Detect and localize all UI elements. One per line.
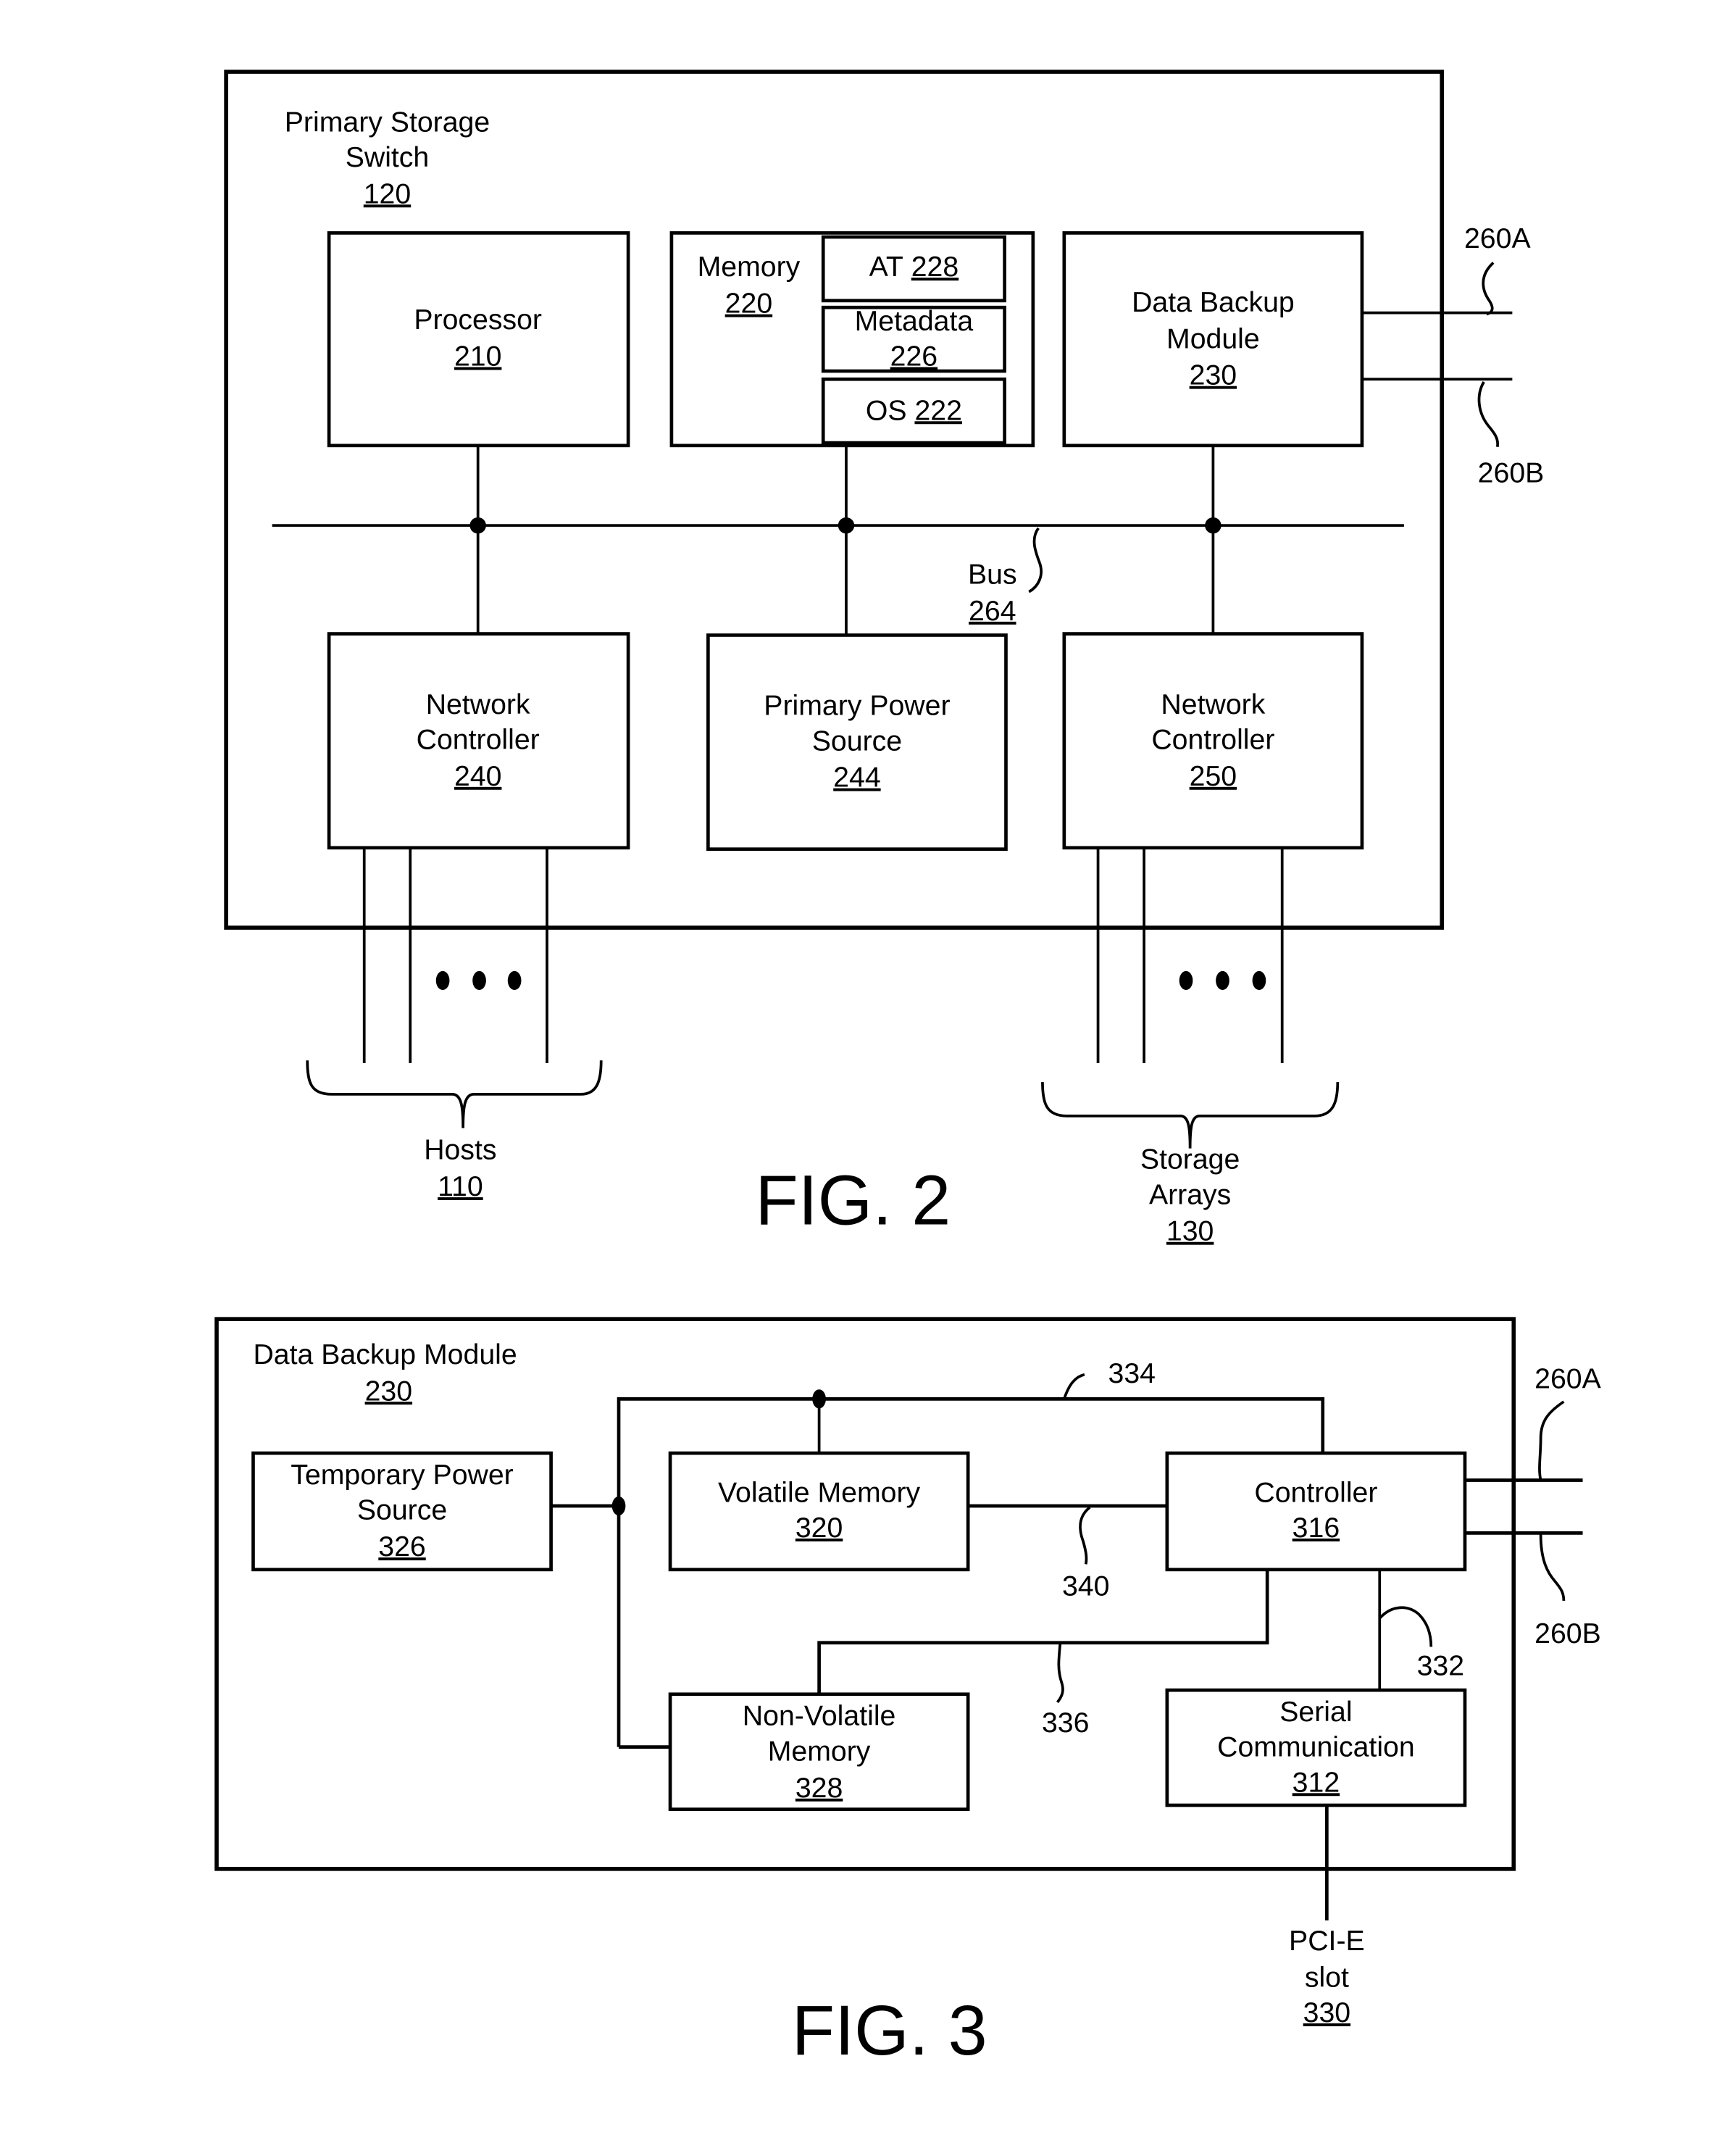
power-ref: 244 [833, 762, 880, 794]
module-ref: 230 [365, 1375, 412, 1407]
link-260a-leader [1482, 262, 1495, 316]
ref-336-label: 336 [1042, 1707, 1089, 1739]
power-junction-1 [611, 1496, 626, 1516]
switch-ref: 120 [364, 178, 411, 209]
arrays-label-1: Storage [1140, 1144, 1240, 1175]
hosts-brace [306, 1060, 603, 1128]
memory-ref: 220 [725, 288, 772, 320]
hosts-label: Hosts [424, 1134, 496, 1166]
link-260b-label: 260B [1478, 457, 1545, 488]
metadata-label: Metadata [855, 305, 974, 337]
bus-ref: 264 [969, 595, 1016, 627]
nc250-ref: 250 [1190, 760, 1237, 792]
memory-label: Memory [698, 251, 801, 283]
volatile-ref: 320 [795, 1512, 843, 1544]
module-label: Data Backup Module [253, 1339, 517, 1370]
hosts-ref: 110 [438, 1170, 483, 1202]
patent-figures: Primary Storage Switch 120 Processor 210… [214, 70, 1602, 2070]
processor-box [327, 231, 630, 448]
backup-label-2: Module [1166, 322, 1260, 354]
bus-junction-memory [838, 517, 855, 534]
ref-334-label: 334 [1108, 1357, 1156, 1389]
fig3-link-260b-leader [1539, 1534, 1566, 1601]
controller-ref: 316 [1293, 1512, 1340, 1544]
backup-ref: 230 [1190, 359, 1237, 391]
switch-label-1: Primary Storage [285, 106, 490, 138]
fig3-link-260a-label: 260A [1534, 1362, 1601, 1394]
temp-power-label-1: Temporary Power [291, 1459, 513, 1491]
arrays-ellipsis-icon [1179, 970, 1266, 991]
power-label-2: Source [812, 725, 902, 757]
nc250-label-2: Controller [1151, 723, 1274, 755]
nvm-label-2: Memory [768, 1735, 871, 1767]
switch-label-2: Switch [346, 141, 430, 173]
serial-label-1: Serial [1279, 1696, 1352, 1728]
nvm-label-1: Non-Volatile [743, 1700, 896, 1732]
power-label-1: Primary Power [764, 690, 950, 722]
serial-ref: 312 [1293, 1766, 1340, 1798]
nc240-label-2: Controller [417, 723, 540, 755]
bus-label: Bus [968, 558, 1017, 590]
arrays-ref: 130 [1166, 1215, 1214, 1247]
backup-label-1: Data Backup [1132, 286, 1295, 318]
ref-332-label: 332 [1417, 1650, 1464, 1682]
nvm-ref: 328 [795, 1772, 843, 1804]
processor-label: Processor [414, 304, 542, 336]
controller-label: Controller [1254, 1476, 1377, 1508]
nc240-ref: 240 [454, 760, 501, 792]
serial-label-2: Communication [1217, 1731, 1415, 1763]
ref-332-leader [1378, 1606, 1433, 1647]
fig2-caption: FIG. 2 [755, 1160, 951, 1239]
hosts-ellipsis-icon [435, 970, 522, 991]
nc240-label-1: Network [426, 688, 530, 720]
power-junction-2 [812, 1389, 826, 1409]
controller-nvm-link-336 [817, 1569, 1269, 1694]
fig3-caption: FIG. 3 [792, 1991, 987, 2070]
at-label: AT 228 [869, 251, 959, 283]
link-260a-label: 260A [1464, 222, 1531, 254]
ref-336-leader [1056, 1644, 1064, 1704]
pcie-ref: 330 [1303, 1997, 1350, 2028]
ref-340-label: 340 [1062, 1570, 1109, 1602]
link-260b-leader [1477, 381, 1500, 447]
fig3-link-260a-leader [1538, 1400, 1565, 1481]
temp-power-ref: 326 [378, 1531, 425, 1562]
pcie-label-1: PCI-E [1289, 1925, 1365, 1957]
bus-junction-backup [1205, 517, 1222, 534]
arrays-brace [1041, 1082, 1340, 1149]
ref-334-leader [1063, 1373, 1085, 1399]
ref-340-leader [1079, 1506, 1091, 1565]
bus-leader [1028, 527, 1043, 594]
fig3: Data Backup Module 230 Temporary Power S… [214, 1317, 1602, 2070]
metadata-ref: 226 [890, 341, 938, 372]
fig2: Primary Storage Switch 120 Processor 210… [224, 70, 1545, 1247]
nc250-label-1: Network [1161, 688, 1265, 720]
pcie-label-2: slot [1305, 1961, 1349, 1993]
temp-power-label-2: Source [357, 1494, 447, 1526]
processor-ref: 210 [454, 341, 501, 372]
arrays-label-2: Arrays [1149, 1178, 1231, 1210]
fig3-link-260b-label: 260B [1534, 1618, 1601, 1649]
os-label: OS 222 [866, 394, 962, 426]
volatile-label: Volatile Memory [718, 1476, 920, 1508]
bus-junction-processor [469, 517, 486, 534]
